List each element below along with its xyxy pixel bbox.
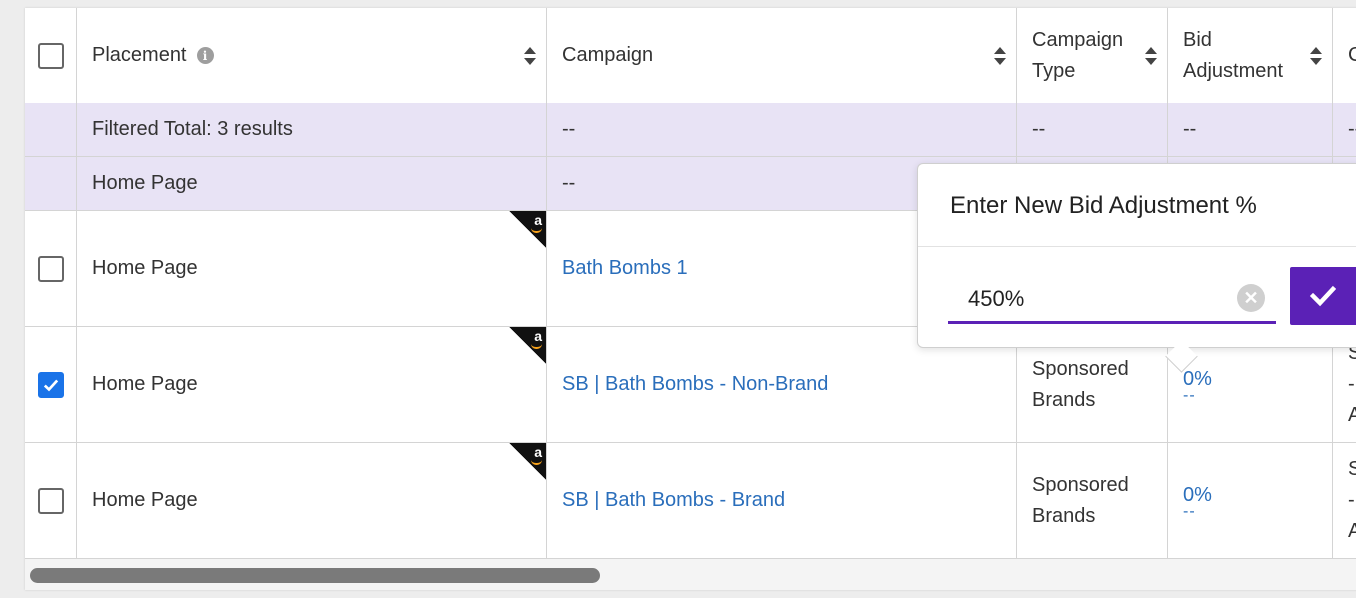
- select-all-cell: [25, 8, 77, 103]
- filtered-total-label: Filtered Total: 3 results: [77, 103, 547, 156]
- header-campaign-type-line2: Type: [1032, 59, 1076, 82]
- placement-name: Home Page: [92, 373, 198, 395]
- filtered-total-campaign: --: [547, 103, 1017, 156]
- campaign-type-line1: Sponsored: [1032, 357, 1129, 380]
- info-icon[interactable]: i: [196, 47, 214, 64]
- header-bid-adjustment-line1: Bid: [1183, 28, 1212, 51]
- sort-icon[interactable]: [1145, 46, 1157, 65]
- row-checkbox[interactable]: [37, 255, 64, 282]
- empty-cell: [25, 157, 77, 210]
- header-placement[interactable]: Placement i: [77, 8, 547, 103]
- campaign-type-line1: Sponsored: [1032, 473, 1129, 496]
- amazon-badge-icon: a: [509, 211, 546, 248]
- filtered-total-row: Filtered Total: 3 results -- -- -- --: [25, 103, 1356, 157]
- bid-adjustment-cell: 0% --: [1168, 443, 1333, 558]
- checkmark-icon: [1310, 285, 1336, 307]
- header-campaign-type[interactable]: Campaign Type: [1017, 8, 1168, 103]
- header-bid-adjustment-line2: Adjustment: [1183, 59, 1284, 82]
- next-cell-line3: A: [1348, 520, 1356, 542]
- confirm-button[interactable]: [1290, 267, 1356, 325]
- campaign-type-line2: Brands: [1032, 504, 1096, 527]
- row-select-cell: [25, 327, 77, 442]
- row-checkbox[interactable]: [37, 371, 64, 398]
- filtered-total-bid-adjustment: --: [1168, 103, 1333, 156]
- sort-icon[interactable]: [994, 46, 1006, 65]
- clear-circle-icon[interactable]: ✕: [1237, 284, 1265, 312]
- header-campaign-type-line1: Campaign: [1032, 28, 1124, 51]
- table-header: Placement i Campaign Campaign Type Bid A…: [25, 8, 1356, 104]
- next-cell-line3: A: [1348, 404, 1356, 426]
- placement-cell: Home Page a: [77, 327, 547, 442]
- header-campaign[interactable]: Campaign: [547, 8, 1017, 103]
- header-next-column[interactable]: C: [1333, 8, 1356, 103]
- placement-name: Home Page: [92, 489, 198, 511]
- campaign-link[interactable]: SB | Bath Bombs - Brand: [562, 489, 785, 512]
- bid-adjustment-popover: Enter New Bid Adjustment % ✕: [917, 163, 1356, 373]
- table-row: Home Page a SB | Bath Bombs - Brand Spon…: [25, 443, 1356, 559]
- horizontal-scrollbar[interactable]: [25, 559, 1356, 590]
- next-cell-line2: -: [1348, 489, 1355, 511]
- popover-title: Enter New Bid Adjustment %: [950, 192, 1257, 219]
- next-cell: S - A: [1333, 443, 1356, 558]
- group-placement: Home Page: [77, 157, 547, 210]
- filtered-total-next: --: [1348, 118, 1356, 140]
- next-cell-line2: -: [1348, 373, 1355, 395]
- header-campaign-label: Campaign: [562, 44, 654, 66]
- empty-cell: [25, 103, 77, 156]
- bid-adjustment-sub: --: [1183, 502, 1196, 520]
- bid-adjustment-input[interactable]: [948, 276, 1276, 324]
- bid-adjustment-sub: --: [1183, 386, 1196, 404]
- placement-cell: Home Page a: [77, 211, 547, 326]
- sort-icon[interactable]: [1310, 46, 1322, 65]
- header-placement-label: Placement: [92, 44, 187, 66]
- campaign-type-line2: Brands: [1032, 388, 1096, 411]
- select-all-checkbox[interactable]: [37, 42, 64, 69]
- campaign-type-cell: Sponsored Brands: [1017, 443, 1168, 558]
- campaign-cell: SB | Bath Bombs - Brand: [547, 443, 1017, 558]
- header-next-column-label: C: [1348, 44, 1356, 66]
- row-select-cell: [25, 211, 77, 326]
- campaign-link[interactable]: SB | Bath Bombs - Non-Brand: [562, 373, 828, 396]
- row-select-cell: [25, 443, 77, 558]
- amazon-badge-icon: a: [509, 327, 546, 364]
- campaign-link[interactable]: Bath Bombs 1: [562, 257, 688, 280]
- header-bid-adjustment[interactable]: Bid Adjustment: [1168, 8, 1333, 103]
- popover-divider: [918, 246, 1356, 247]
- sort-icon[interactable]: [524, 46, 536, 65]
- scrollbar-thumb[interactable]: [30, 568, 600, 583]
- amazon-badge-icon: a: [509, 443, 546, 480]
- placement-name: Home Page: [92, 257, 198, 279]
- filtered-total-campaign-type: --: [1017, 103, 1168, 156]
- placement-cell: Home Page a: [77, 443, 547, 558]
- row-checkbox[interactable]: [37, 487, 64, 514]
- next-cell-line1: S: [1348, 458, 1356, 480]
